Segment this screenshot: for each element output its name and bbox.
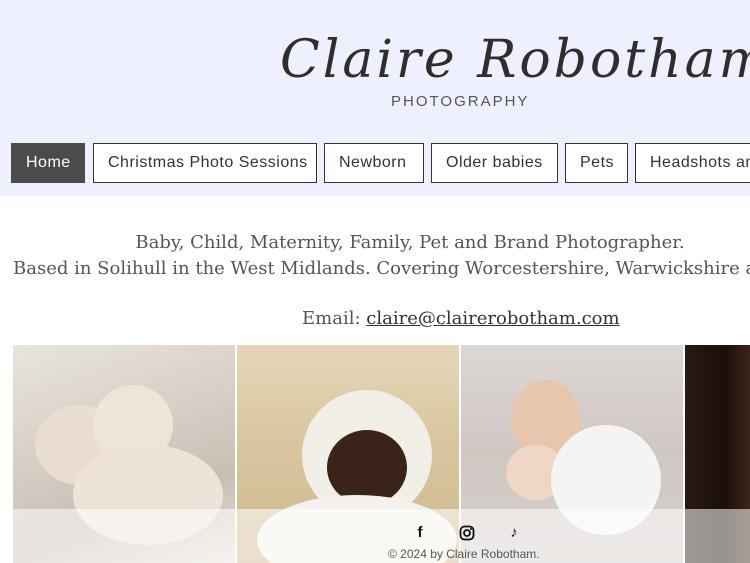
- nav-item-newborn[interactable]: Newborn: [324, 143, 424, 183]
- email-label: Email:: [302, 308, 361, 329]
- nav-item-christmas-photo-sessions[interactable]: Christmas Photo Sessions: [93, 143, 317, 183]
- email-line: Email: claire@clairerobotham.com: [302, 308, 620, 329]
- nav-item-pets[interactable]: Pets: [565, 143, 628, 183]
- photo-shape: [327, 430, 407, 505]
- logo-name[interactable]: Claire Robotham: [280, 30, 750, 90]
- nav-item-older-babies[interactable]: Older babies: [431, 143, 558, 183]
- nav-item-headshots[interactable]: Headshots and: [635, 143, 750, 183]
- copyright: © 2024 by Claire Robotham.: [388, 547, 540, 561]
- email-link[interactable]: claire@clairerobotham.com: [366, 308, 619, 329]
- nav-item-home[interactable]: Home: [11, 143, 85, 183]
- tiktok-icon[interactable]: ♪: [504, 523, 524, 543]
- main-nav: Home Christmas Photo Sessions Newborn Ol…: [0, 143, 750, 183]
- facebook-icon[interactable]: f: [410, 523, 430, 543]
- site-header: Claire Robotham PHOTOGRAPHY Home Christm…: [0, 0, 750, 196]
- footer-bar: [13, 509, 750, 563]
- logo-subtitle: PHOTOGRAPHY: [391, 93, 530, 110]
- instagram-icon[interactable]: [457, 523, 477, 543]
- intro-line-1: Baby, Child, Maternity, Family, Pet and …: [135, 232, 685, 253]
- intro-line-2: Based in Solihull in the West Midlands. …: [13, 258, 750, 279]
